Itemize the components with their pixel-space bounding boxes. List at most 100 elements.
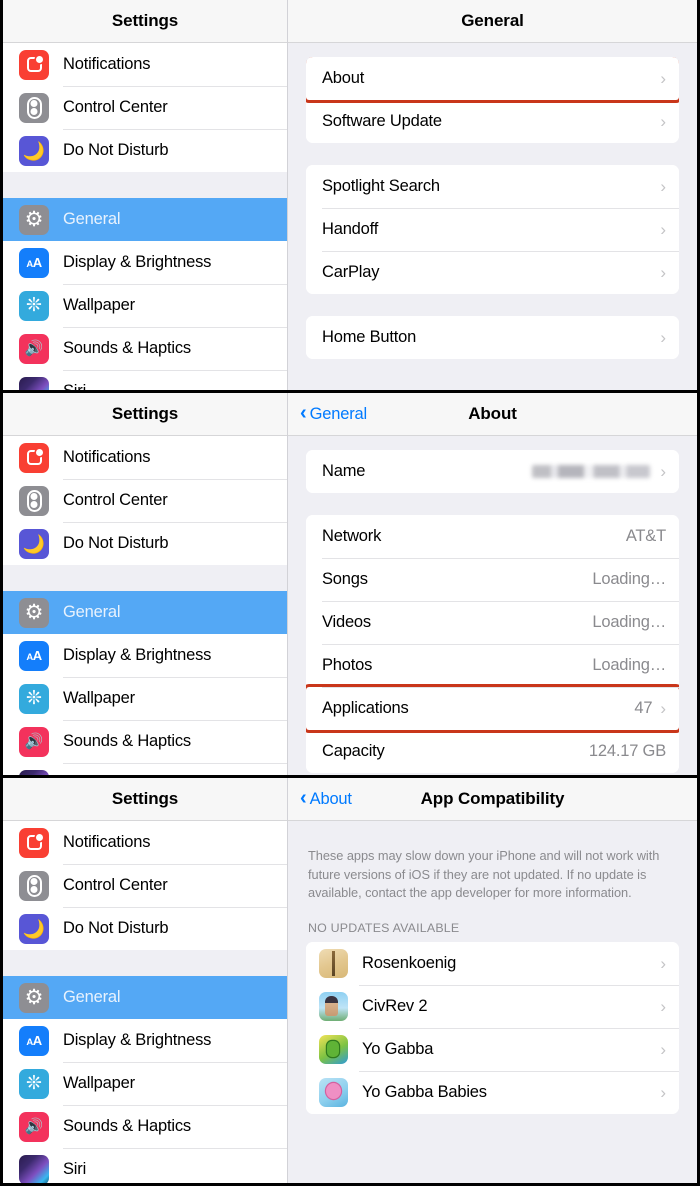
sidebar-item-control-center[interactable]: Control Center	[3, 479, 287, 522]
sidebar-item-do-not-disturb[interactable]: 🌙 Do Not Disturb	[3, 129, 287, 172]
screenshot-panel-app-compatibility: Settings Notifications Control Center 🌙 …	[0, 778, 700, 1186]
sidebar-item-notifications[interactable]: Notifications	[3, 436, 287, 479]
sidebar-item-sounds-haptics[interactable]: 🔊 Sounds & Haptics	[3, 327, 287, 370]
row-network: Network AT&T	[306, 515, 679, 558]
notifications-icon	[19, 827, 49, 858]
sidebar-item-label: Display & Brightness	[63, 253, 212, 271]
app-name: Yo Gabba Babies	[362, 1083, 487, 1102]
chevron-right-icon: ›	[660, 997, 666, 1017]
sidebar-item-wallpaper[interactable]: ❊ Wallpaper	[3, 1062, 287, 1105]
row-label: Spotlight Search	[322, 177, 440, 195]
settings-sidebar[interactable]: Settings Notifications Control Center 🌙 …	[3, 393, 288, 775]
control-center-icon	[19, 485, 49, 516]
sidebar-item-label: Control Center	[63, 491, 168, 509]
app-name: Yo Gabba	[362, 1040, 434, 1059]
app-icon-yo-gabba-babies	[319, 1078, 348, 1108]
row-applications[interactable]: Applications 47 ›	[306, 687, 679, 730]
sidebar-item-do-not-disturb[interactable]: 🌙 Do Not Disturb	[3, 907, 287, 950]
row-carplay[interactable]: CarPlay ›	[306, 251, 679, 294]
chevron-right-icon: ›	[660, 263, 666, 282]
sidebar-item-label: Wallpaper	[63, 1074, 135, 1092]
chevron-right-icon: ›	[660, 69, 666, 88]
sidebar-item-wallpaper[interactable]: ❊ Wallpaper	[3, 677, 287, 720]
siri-icon	[19, 376, 49, 390]
row-home-button[interactable]: Home Button ›	[306, 316, 679, 359]
redacted-device-name	[532, 465, 651, 478]
sounds-haptics-icon: 🔊	[19, 726, 49, 757]
page-title: General	[461, 11, 524, 30]
sidebar-header: Settings	[3, 393, 287, 436]
back-button-general[interactable]: ‹ General	[288, 402, 367, 424]
row-about[interactable]: About ›	[306, 57, 679, 100]
sounds-haptics-icon: 🔊	[19, 1111, 49, 1142]
do-not-disturb-icon: 🌙	[19, 528, 49, 559]
about-group-name: Name ›	[306, 450, 679, 493]
sidebar-item-display-brightness[interactable]: AA Display & Brightness	[3, 634, 287, 677]
sidebar-item-sounds-haptics[interactable]: 🔊 Sounds & Haptics	[3, 1105, 287, 1148]
sidebar-item-notifications[interactable]: Notifications	[3, 821, 287, 864]
sidebar-item-siri[interactable]: Siri	[3, 370, 287, 390]
screenshot-divider	[0, 390, 700, 393]
row-name[interactable]: Name ›	[306, 450, 679, 493]
list-item[interactable]: Yo Gabba ›	[306, 1028, 679, 1072]
sidebar-item-control-center[interactable]: Control Center	[3, 86, 287, 129]
app-icon-yo-gabba	[319, 1035, 348, 1065]
sidebar-item-display-brightness[interactable]: AA Display & Brightness	[3, 241, 287, 284]
chevron-right-icon: ›	[660, 177, 666, 196]
sidebar-item-siri[interactable]: Siri	[3, 1148, 287, 1186]
sidebar-item-sounds-haptics[interactable]: 🔊 Sounds & Haptics	[3, 720, 287, 763]
chevron-right-icon: ›	[660, 954, 666, 974]
row-songs: Songs Loading…	[306, 558, 679, 601]
chevron-right-icon: ›	[660, 220, 666, 239]
general-gear-icon: ⚙	[19, 204, 49, 235]
app-icon-rosenkoenig	[319, 949, 348, 979]
row-label: About	[322, 69, 365, 87]
sidebar-title: Settings	[111, 404, 179, 423]
sidebar-item-wallpaper[interactable]: ❊ Wallpaper	[3, 284, 287, 327]
sidebar-item-control-center[interactable]: Control Center	[3, 864, 287, 907]
general-gear-icon: ⚙	[19, 597, 49, 628]
sidebar-item-general[interactable]: ⚙ General	[3, 976, 287, 1019]
general-group-home-button: Home Button ›	[306, 316, 679, 359]
sidebar-item-general[interactable]: ⚙ General	[3, 198, 287, 241]
chevron-right-icon: ›	[660, 1040, 666, 1060]
sidebar-title: Settings	[111, 11, 179, 30]
row-value: 124.17 GB	[588, 742, 666, 760]
sidebar-item-display-brightness[interactable]: AA Display & Brightness	[3, 1019, 287, 1062]
sidebar-item-label: Display & Brightness	[63, 646, 212, 664]
control-center-icon	[19, 870, 49, 901]
screenshot-panel-general: Settings Notifications Control Center 🌙 …	[0, 0, 700, 390]
settings-sidebar[interactable]: Settings Notifications Control Center 🌙 …	[3, 0, 288, 390]
row-software-update[interactable]: Software Update ›	[306, 100, 679, 143]
sidebar-item-notifications[interactable]: Notifications	[3, 43, 287, 86]
about-nav-bar: ‹ General About	[288, 393, 697, 436]
row-value: Loading…	[592, 613, 666, 631]
general-content: About › Software Update › Spotlight Sear…	[288, 43, 697, 390]
sidebar-item-label: Wallpaper	[63, 296, 135, 314]
row-label: Photos	[322, 656, 373, 674]
about-content: Name › Network AT&T Songs Loading… Video…	[288, 436, 697, 775]
sidebar-item-siri[interactable]: Siri	[3, 763, 287, 775]
row-value: Loading…	[592, 656, 666, 674]
row-handoff[interactable]: Handoff ›	[306, 208, 679, 251]
chevron-right-icon: ›	[660, 112, 666, 131]
row-value: 47	[634, 699, 653, 717]
row-photos: Photos Loading…	[306, 644, 679, 687]
list-item[interactable]: Rosenkoenig ›	[306, 942, 679, 986]
row-label: Network	[322, 527, 382, 545]
row-videos: Videos Loading…	[306, 601, 679, 644]
row-spotlight-search[interactable]: Spotlight Search ›	[306, 165, 679, 208]
stacked-ios-settings-screenshots: Settings Notifications Control Center 🌙 …	[0, 0, 700, 1186]
chevron-left-icon: ‹	[300, 402, 307, 424]
sidebar-item-general[interactable]: ⚙ General	[3, 591, 287, 634]
list-item[interactable]: CivRev 2 ›	[306, 985, 679, 1029]
compatibility-note: These apps may slow down your iPhone and…	[308, 848, 660, 901]
list-item[interactable]: Yo Gabba Babies ›	[306, 1071, 679, 1115]
settings-sidebar[interactable]: Settings Notifications Control Center 🌙 …	[3, 778, 288, 1186]
screenshot-panel-about: Settings Notifications Control Center 🌙 …	[0, 393, 700, 775]
row-value: AT&T	[625, 527, 666, 545]
back-button-about[interactable]: ‹ About	[288, 788, 352, 809]
sidebar-item-do-not-disturb[interactable]: 🌙 Do Not Disturb	[3, 522, 287, 565]
row-label: Handoff	[322, 220, 379, 238]
app-compatibility-nav-bar: ‹ About App Compatibility	[288, 778, 697, 821]
